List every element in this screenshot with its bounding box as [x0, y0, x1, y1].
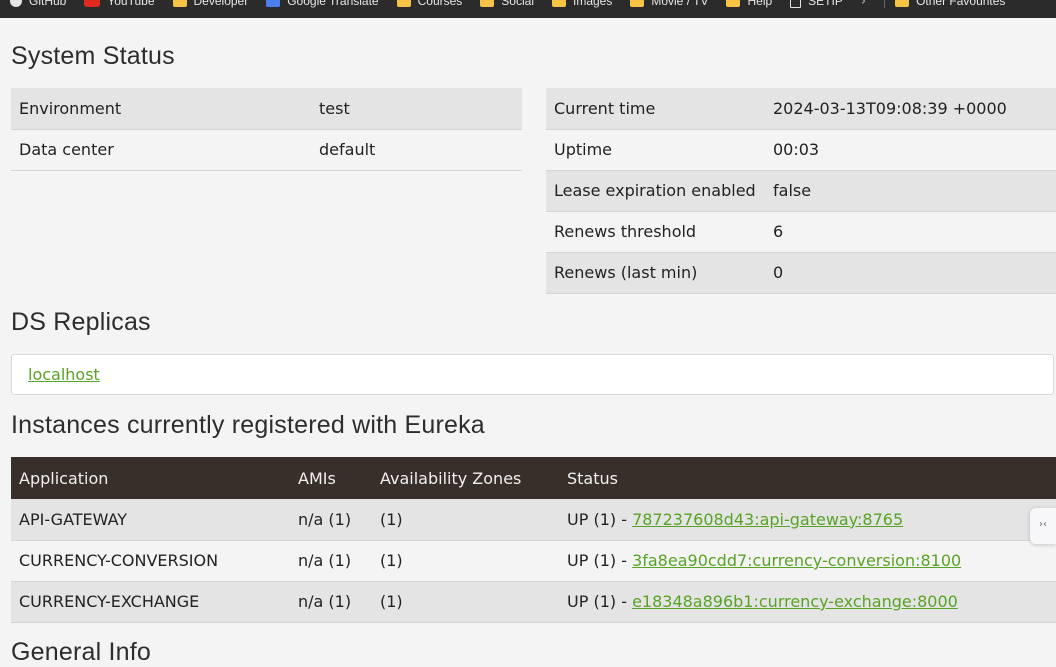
app-status: UP (1) - 787237608d43:api-gateway:8765	[559, 499, 1056, 541]
table-row: Data center default	[11, 129, 522, 171]
app-zones: (1)	[372, 499, 559, 541]
env-value: test	[311, 88, 522, 130]
renews-threshold-label: Renews threshold	[546, 211, 765, 253]
app-amis: n/a (1)	[290, 499, 372, 541]
current-time-value: 2024-03-13T09:08:39 +0000	[765, 88, 1056, 130]
folder-icon	[480, 0, 495, 7]
bookmark-other-favourites[interactable]: Other Favourites	[895, 0, 1005, 8]
uptime-value: 00:03	[765, 129, 1056, 171]
youtube-icon	[84, 0, 101, 7]
lease-expiration-value: false	[765, 170, 1056, 212]
app-zones: (1)	[372, 540, 559, 582]
table-row: Renews threshold 6	[546, 211, 1056, 253]
folder-icon	[895, 0, 910, 7]
column-header-status: Status	[559, 457, 1056, 499]
uptime-label: Uptime	[546, 129, 765, 171]
app-name: CURRENCY-EXCHANGE	[11, 581, 290, 623]
app-amis: n/a (1)	[290, 540, 372, 582]
datacenter-value: default	[311, 129, 522, 171]
bookmarks-separator	[884, 0, 886, 8]
app-zones: (1)	[372, 581, 559, 623]
datacenter-label: Data center	[11, 129, 311, 171]
replica-link-localhost[interactable]: localhost	[28, 365, 100, 384]
current-time-label: Current time	[546, 88, 765, 130]
table-row: Current time 2024-03-13T09:08:39 +0000	[546, 88, 1056, 130]
bookmarks-bar: GitHub YouTube Developer Google Translat…	[0, 0, 1056, 18]
bookmark-developer[interactable]: Developer	[172, 0, 248, 8]
bookmark-social[interactable]: Social	[480, 0, 534, 8]
status-text: UP (1) -	[567, 592, 633, 611]
folder-icon	[726, 0, 741, 7]
lease-expiration-label: Lease expiration enabled	[546, 170, 765, 212]
page-icon	[790, 0, 802, 8]
renews-last-min-value: 0	[765, 252, 1056, 294]
column-header-application: Application	[11, 457, 290, 499]
folder-icon	[551, 0, 566, 7]
folder-icon	[396, 0, 411, 7]
renews-last-min-label: Renews (last min)	[546, 252, 765, 294]
system-status-right-table: Current time 2024-03-13T09:08:39 +0000 U…	[546, 88, 1056, 294]
ds-replicas-heading: DS Replicas	[11, 308, 151, 336]
bookmark-github[interactable]: GitHub	[10, 0, 66, 8]
table-row: Uptime 00:03	[546, 129, 1056, 171]
instance-link[interactable]: 3fa8ea90cdd7:currency-conversion:8100	[632, 551, 961, 570]
app-status: UP (1) - 3fa8ea90cdd7:currency-conversio…	[559, 540, 1056, 582]
folder-icon	[630, 0, 645, 7]
system-status-left-table: Environment test Data center default	[11, 88, 522, 171]
expand-icon: ›‹	[1039, 519, 1047, 530]
instances-table: Application AMIs Availability Zones Stat…	[11, 457, 1056, 623]
table-row: Lease expiration enabled false	[546, 170, 1056, 212]
status-text: UP (1) -	[567, 551, 633, 570]
instances-heading: Instances currently registered with Eure…	[11, 411, 485, 439]
bookmark-images[interactable]: Images	[551, 0, 612, 8]
table-row: Environment test	[11, 88, 522, 130]
column-header-availability-zones: Availability Zones	[372, 457, 559, 499]
table-header-row: Application AMIs Availability Zones Stat…	[11, 457, 1056, 499]
google-translate-icon	[266, 0, 281, 7]
more-bookmarks-chevron-icon[interactable]: ›	[861, 0, 866, 9]
github-icon	[10, 0, 22, 7]
ds-replicas-list: localhost	[11, 354, 1054, 395]
app-status: UP (1) - e18348a896b1:currency-exchange:…	[559, 581, 1056, 623]
app-amis: n/a (1)	[290, 581, 372, 623]
column-header-amis: AMIs	[290, 457, 372, 499]
table-row: CURRENCY-CONVERSION n/a (1) (1) UP (1) -…	[11, 540, 1056, 582]
bookmark-google-translate[interactable]: Google Translate	[266, 0, 379, 8]
instance-link[interactable]: e18348a896b1:currency-exchange:8000	[632, 592, 958, 611]
bookmark-movie-tv[interactable]: Movie / TV	[630, 0, 708, 8]
bookmark-setip[interactable]: SETIP	[790, 0, 843, 8]
table-row: API-GATEWAY n/a (1) (1) UP (1) - 7872376…	[11, 499, 1056, 541]
renews-threshold-value: 6	[765, 211, 1056, 253]
app-name: API-GATEWAY	[11, 499, 290, 541]
folder-icon	[172, 0, 187, 7]
bookmark-help[interactable]: Help	[726, 0, 772, 8]
table-row: CURRENCY-EXCHANGE n/a (1) (1) UP (1) - e…	[11, 581, 1056, 623]
bookmark-courses[interactable]: Courses	[396, 0, 462, 8]
status-text: UP (1) -	[567, 509, 633, 529]
side-panel-handle[interactable]: ›‹	[1030, 508, 1056, 544]
bookmark-youtube[interactable]: YouTube	[84, 0, 155, 8]
page-content: System Status Environment test Data cent…	[0, 18, 1056, 666]
env-label: Environment	[11, 88, 311, 130]
instance-link[interactable]: 787237608d43:api-gateway:8765	[632, 510, 903, 529]
system-status-heading: System Status	[11, 42, 175, 70]
table-row: Renews (last min) 0	[546, 252, 1056, 294]
app-name: CURRENCY-CONVERSION	[11, 540, 290, 582]
